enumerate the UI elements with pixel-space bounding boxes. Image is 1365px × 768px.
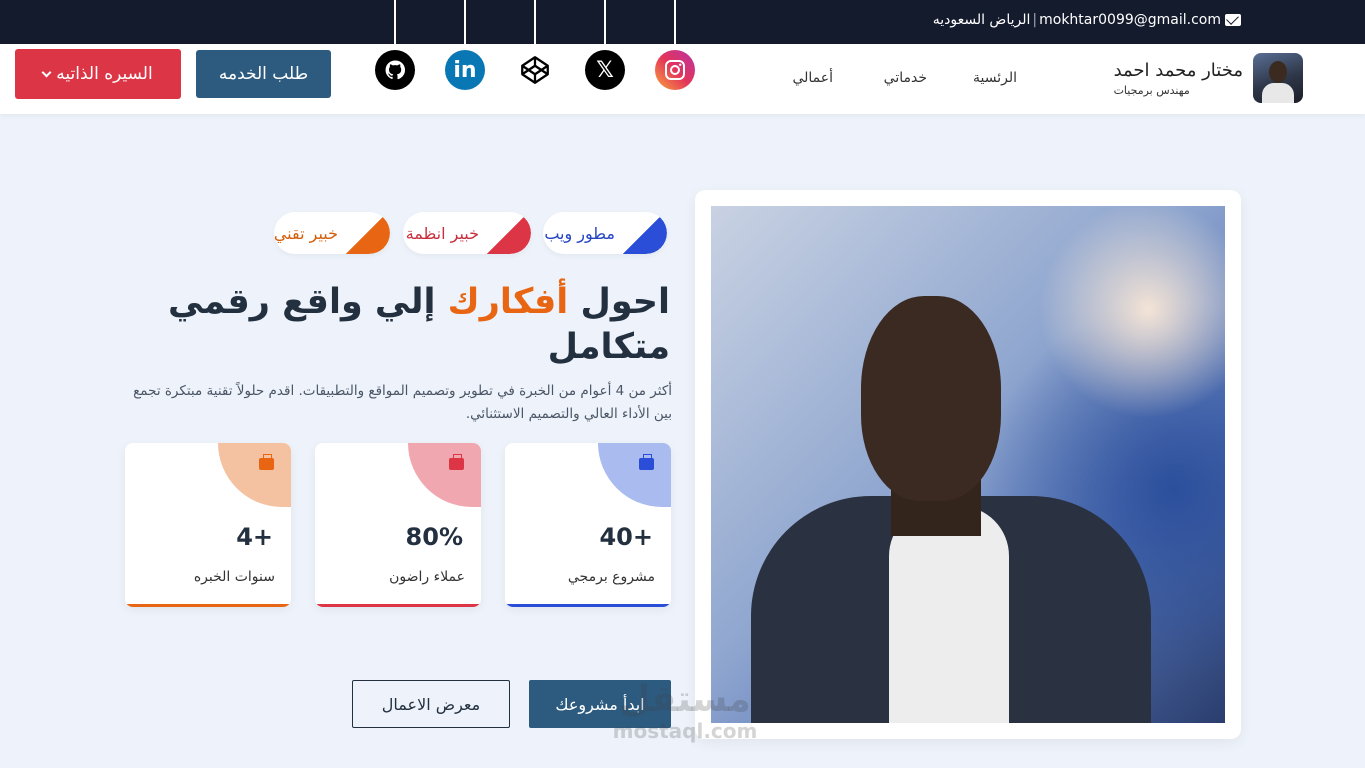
mail-icon bbox=[1225, 14, 1241, 26]
stat-underline bbox=[315, 604, 481, 607]
brand-name: مختار محمد احمد bbox=[1113, 59, 1243, 81]
stat-card-years: 4+ سنوات الخبره bbox=[125, 443, 291, 607]
hero-headline: احول أفكارك إلي واقع رقمي متكامل bbox=[140, 280, 670, 370]
x-icon[interactable]: 𝕏 bbox=[585, 50, 625, 90]
profile-photo bbox=[711, 206, 1225, 723]
stat-value: 40+ bbox=[599, 523, 653, 551]
separator: | bbox=[1032, 12, 1038, 28]
photo-shirt bbox=[889, 506, 1009, 723]
tag-systems-corner bbox=[485, 212, 531, 254]
photo-head bbox=[861, 296, 1001, 501]
tag-systems-expert: خبير انظمة bbox=[403, 212, 531, 254]
briefcase-icon bbox=[449, 454, 464, 470]
portfolio-button[interactable]: معرض الاعمال bbox=[352, 680, 510, 728]
stat-value: 4+ bbox=[236, 523, 273, 551]
hero-description: أكثر من 4 أعوام من الخبرة في تطوير وتصمي… bbox=[133, 383, 672, 422]
github-icon[interactable] bbox=[375, 50, 415, 90]
skill-tags: مطور ويب خبير انظمة خبير تقني bbox=[274, 212, 671, 254]
linkedin-icon[interactable]: in bbox=[445, 50, 485, 90]
stat-blob bbox=[598, 443, 671, 507]
email-text[interactable]: mokhtar0099@gmail.com bbox=[1039, 12, 1221, 28]
top-bar: mokhtar0099@gmail.com | الرياض السعوديه bbox=[0, 0, 1365, 44]
chevron-down-icon bbox=[41, 67, 52, 77]
x-line bbox=[604, 0, 606, 44]
instagram-icon[interactable] bbox=[655, 50, 695, 90]
tag-systems-label: خبير انظمة bbox=[405, 223, 479, 243]
headline-part1: احول bbox=[568, 282, 670, 322]
stat-underline bbox=[125, 604, 291, 607]
stat-value: 80% bbox=[405, 523, 463, 551]
nav-home[interactable]: الرئسية bbox=[973, 70, 1017, 86]
tag-tech-corner bbox=[344, 212, 390, 254]
nav-works[interactable]: أعمالي bbox=[792, 70, 833, 86]
cv-button-label: السيره الذاتيه bbox=[56, 64, 153, 84]
request-service-button[interactable]: طلب الخدمه bbox=[196, 50, 331, 98]
codepen-icon[interactable] bbox=[515, 50, 555, 90]
codepen-line bbox=[534, 0, 536, 44]
stat-card-projects: 40+ مشروع برمجي bbox=[505, 443, 671, 607]
linkedin-glyph: in bbox=[453, 57, 477, 83]
tag-web-label: مطور ويب bbox=[544, 223, 615, 243]
headline-highlight: أفكارك bbox=[447, 282, 569, 322]
tag-web-developer: مطور ويب bbox=[543, 212, 667, 254]
nav-services[interactable]: خدماتي bbox=[884, 70, 927, 86]
stat-label: مشروع برمجي bbox=[567, 569, 655, 585]
linkedin-line bbox=[464, 0, 466, 44]
location-text: الرياض السعوديه bbox=[932, 12, 1031, 28]
stat-card-clients: 80% عملاء راضون bbox=[315, 443, 481, 607]
briefcase-icon bbox=[259, 454, 274, 470]
briefcase-icon bbox=[639, 454, 654, 470]
github-line bbox=[394, 0, 396, 44]
start-project-button[interactable]: ابدأ مشروعك bbox=[529, 680, 671, 728]
stat-blob bbox=[408, 443, 481, 507]
avatar bbox=[1253, 53, 1303, 103]
top-contact: mokhtar0099@gmail.com | الرياض السعوديه bbox=[933, 12, 1241, 28]
tag-web-corner bbox=[621, 212, 667, 254]
tag-tech-expert: خبير تقني bbox=[274, 212, 390, 254]
stat-underline bbox=[505, 604, 671, 607]
cv-dropdown-button[interactable]: السيره الذاتيه bbox=[15, 49, 181, 99]
stat-label: عملاء راضون bbox=[389, 569, 465, 585]
profile-photo-card bbox=[695, 190, 1241, 739]
stat-blob bbox=[218, 443, 291, 507]
instagram-line bbox=[674, 0, 676, 44]
stat-label: سنوات الخبره bbox=[193, 569, 275, 585]
tag-tech-label: خبير تقني bbox=[274, 223, 338, 243]
brand-role: مهندس برمجيات bbox=[1113, 83, 1190, 97]
brand[interactable]: مختار محمد احمد مهندس برمجيات bbox=[1114, 53, 1303, 103]
brand-text: مختار محمد احمد مهندس برمجيات bbox=[1114, 60, 1243, 97]
x-glyph: 𝕏 bbox=[596, 57, 614, 83]
